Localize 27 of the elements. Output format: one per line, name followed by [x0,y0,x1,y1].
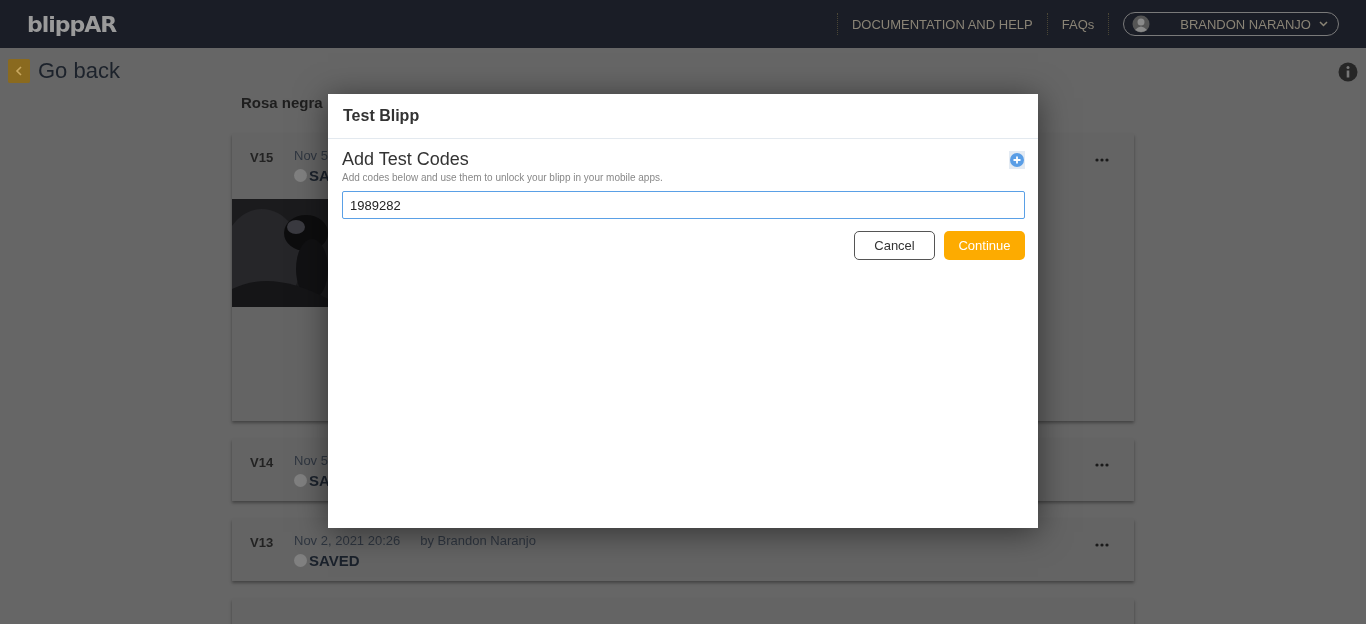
status-label: SAVED [309,552,360,569]
version-label: V14 [250,454,275,472]
nav-link[interactable]: DOCUMENTATION AND HELP [851,16,1033,32]
go-back-link[interactable]: Go back [38,58,120,84]
status-label: SA [309,167,330,184]
hint-text: Add codes below and use them to unlock your blipp in your mobile apps. [342,172,664,183]
more-icon[interactable] [1095,463,1109,467]
version-label: V15 [250,149,275,167]
logo[interactable]: blippAR [27,11,117,37]
code-input[interactable]: 1989282 [342,191,1025,219]
cancel-button[interactable]: Cancel [854,231,935,260]
status-dot [294,554,307,567]
status-dot [294,474,307,487]
info-icon[interactable] [1338,62,1358,82]
project-title: Rosa negra [241,94,323,111]
more-icon[interactable] [1095,158,1109,162]
add-icon[interactable] [1009,151,1025,169]
nav-link[interactable]: FAQs [1061,16,1095,32]
avatar-icon [1132,15,1151,33]
chevron-down-icon [1319,21,1328,27]
back-icon[interactable] [8,59,30,83]
section-heading: Add Test Codes [342,149,469,170]
version-label: V13 [250,534,275,552]
more-icon[interactable] [1095,543,1109,547]
status-label: SA [309,472,330,489]
dialog-title: Test Blipp [343,107,420,125]
status-dot [294,169,307,182]
